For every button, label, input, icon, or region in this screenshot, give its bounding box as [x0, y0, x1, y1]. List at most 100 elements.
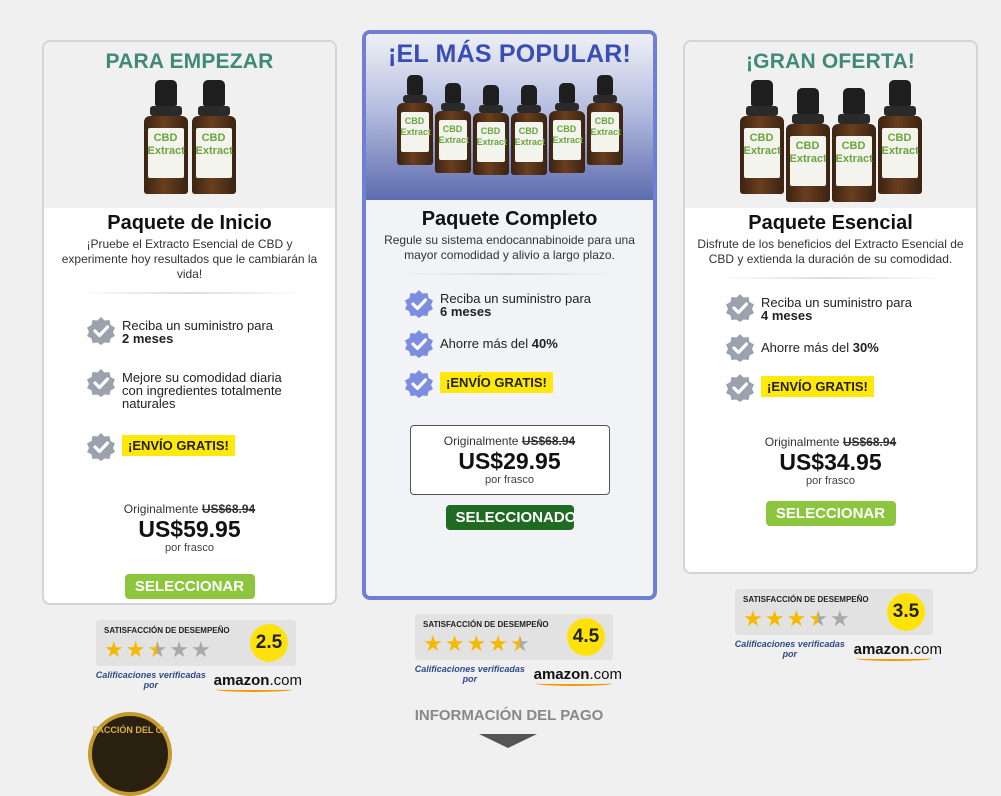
bottle-image: CBD Extract	[510, 85, 547, 175]
bottle-image: CBD Extract	[191, 80, 236, 194]
product-image: CBD Extract CBD Extract CBD Extract CBD Extr…	[685, 80, 976, 202]
package-title: Paquete de Inicio	[107, 212, 272, 234]
current-price: US$29.95	[458, 448, 561, 474]
check-badge-icon	[726, 334, 754, 362]
original-price: Originalmente US$68.94	[411, 434, 609, 448]
package-card-esencial[interactable]: ¡GRAN OFERTA! CBD Extract CBD Extract CBD E…	[683, 40, 978, 574]
feature-item: ¡ENVÍO GRATIS!	[725, 373, 954, 403]
feature-text: Ahorre más del	[440, 336, 529, 351]
price-unit: por frasco	[165, 542, 214, 554]
original-price-label: Originalmente	[123, 502, 199, 516]
bottle-image: CBD Extract	[548, 83, 585, 173]
verified-text: Calificaciones verificadas por	[414, 664, 525, 684]
bottle-label: CBD Extract	[195, 128, 233, 178]
original-price-label: Originalmente	[443, 434, 519, 448]
star-icon: ★	[786, 605, 807, 631]
check-badge-icon	[405, 370, 433, 398]
package-title: Paquete Esencial	[748, 212, 913, 234]
feature-bold: 6 meses	[440, 304, 492, 319]
rating-widget-inicio: SATISFACCIÓN DE DESEMPEÑO ★ ★ ★ ★ ★ 2.5 Cali…	[92, 620, 302, 692]
amazon-logo: amazon.com	[213, 671, 302, 692]
card-header: PARA EMPEZAR CBD Extract CBD Extract	[44, 42, 335, 208]
star-icon: ★	[190, 636, 211, 662]
package-card-inicio[interactable]: PARA EMPEZAR CBD Extract CBD Extract Paque…	[42, 40, 337, 605]
original-price-value: US$68.94	[842, 435, 897, 449]
bottle-image: CBD Extract	[586, 75, 623, 165]
bottle-image: CBD Extract	[143, 80, 188, 194]
product-image: CBD Extract CBD Extract	[44, 80, 335, 194]
free-shipping-badge: ¡ENVÍO GRATIS!	[122, 435, 235, 456]
rating-label: SATISFACCIÓN DE DESEMPEÑO	[104, 625, 230, 635]
package-card-completo[interactable]: ¡EL MÁS POPULAR! CBD Extract CBD Extract C…	[362, 30, 657, 600]
feature-item: Ahorre más del 30%	[725, 333, 954, 363]
feature-bold: 40%	[531, 336, 558, 351]
rating-label: SATISFACCIÓN DE DESEMPEÑO	[743, 594, 869, 604]
package-description: ¡Pruebe el Extracto Esencial de CBD y ex…	[61, 237, 318, 281]
bottle-image: CBD Extract	[877, 80, 922, 194]
select-button[interactable]: SELECCIONAR	[765, 501, 896, 526]
bottle-label: CBD Extract	[438, 120, 469, 160]
current-price: US$59.95	[138, 516, 241, 542]
selected-button[interactable]: SELECCIONADO	[445, 505, 576, 530]
bottle-label: CBD Extract	[789, 136, 827, 186]
rating-score: 4.5	[567, 618, 605, 656]
rating-widget-esencial: SATISFACCIÓN DE DESEMPEÑO ★ ★ ★ ★ ★ 3.5 Cali…	[730, 589, 942, 661]
original-price-label: Originalmente	[764, 435, 840, 449]
feature-text: Ahorre más del	[761, 340, 850, 355]
free-shipping-badge: ¡ENVÍO GRATIS!	[440, 372, 553, 393]
star-icon: ★	[829, 605, 850, 631]
bottle-image: CBD Extract	[434, 83, 471, 173]
select-button[interactable]: SELECCIONAR	[124, 574, 255, 599]
rating-label: SATISFACCIÓN DE DESEMPEÑO	[423, 619, 549, 629]
amazon-logo: amazon.com	[853, 640, 942, 661]
original-price: Originalmente US$68.94	[685, 435, 976, 449]
star-icon: ★	[764, 605, 785, 631]
divider	[396, 273, 623, 275]
payment-info-heading: INFORMACIÓN DEL PAGO	[414, 707, 604, 724]
star-icon: ★	[466, 630, 487, 656]
price-unit: por frasco	[485, 474, 534, 486]
star-icon: ★	[125, 636, 146, 662]
bottle-label: CBD Extract	[400, 112, 431, 152]
card-heading: ¡EL MÁS POPULAR!	[387, 40, 632, 68]
bottle-label: CBD Extract	[147, 128, 185, 178]
divider	[715, 277, 946, 279]
feature-item: ¡ENVÍO GRATIS!	[404, 369, 631, 399]
bottle-image: CBD Extract	[831, 88, 876, 202]
price-unit: por frasco	[806, 475, 855, 487]
verified-by-amazon: Calificaciones verificadas por amazon.co…	[92, 670, 302, 692]
bottle-label: CBD Extract	[476, 122, 507, 162]
rating-widget-completo: SATISFACCIÓN DE DESEMPEÑO ★ ★ ★ ★ ★ 4.5 Cali…	[410, 614, 622, 686]
original-price-value: US$68.94	[201, 502, 256, 516]
original-price-value: US$68.94	[521, 434, 576, 448]
feature-list: Reciba un suministro para 6 meses Ahorre …	[366, 289, 653, 399]
feature-item: Reciba un suministro para 6 meses	[404, 289, 631, 319]
check-badge-icon	[87, 317, 115, 345]
bottle-label: CBD Extract	[881, 128, 919, 178]
star-icon: ★	[509, 630, 530, 656]
bottle-label: CBD Extract	[743, 128, 781, 178]
amazon-logo: amazon.com	[533, 665, 622, 686]
verified-by-amazon: Calificaciones verificadas por amazon.co…	[730, 639, 942, 661]
check-badge-icon	[726, 294, 754, 322]
rating-score: 3.5	[887, 593, 925, 631]
verified-text: Calificaciones verificadas por	[95, 670, 206, 690]
divider	[74, 292, 305, 294]
price-block: Originalmente US$68.94 US$59.95 por fras…	[44, 502, 335, 554]
bottle-label: CBD Extract	[514, 122, 545, 162]
bottle-label: CBD Extract	[590, 112, 621, 152]
star-icon: ★	[488, 630, 508, 656]
star-rating: ★ ★ ★ ★ ★	[104, 636, 230, 662]
card-header: ¡EL MÁS POPULAR! CBD Extract CBD Extract C…	[366, 34, 653, 200]
feature-item: Mejore su comodidad diaria con ingredien…	[86, 368, 313, 410]
bottle-label: CBD Extract	[552, 120, 583, 160]
check-badge-icon	[87, 369, 115, 397]
star-icon: ★	[169, 636, 189, 662]
bottle-image: CBD Extract	[739, 80, 784, 194]
feature-bold: 4 meses	[761, 308, 813, 323]
verified-by-amazon: Calificaciones verificadas por amazon.co…	[410, 664, 622, 686]
feature-item: Ahorre más del 40%	[404, 329, 631, 359]
star-rating: ★ ★ ★ ★ ★	[423, 630, 549, 656]
star-icon: ★	[808, 605, 828, 631]
star-icon: ★	[147, 636, 168, 662]
